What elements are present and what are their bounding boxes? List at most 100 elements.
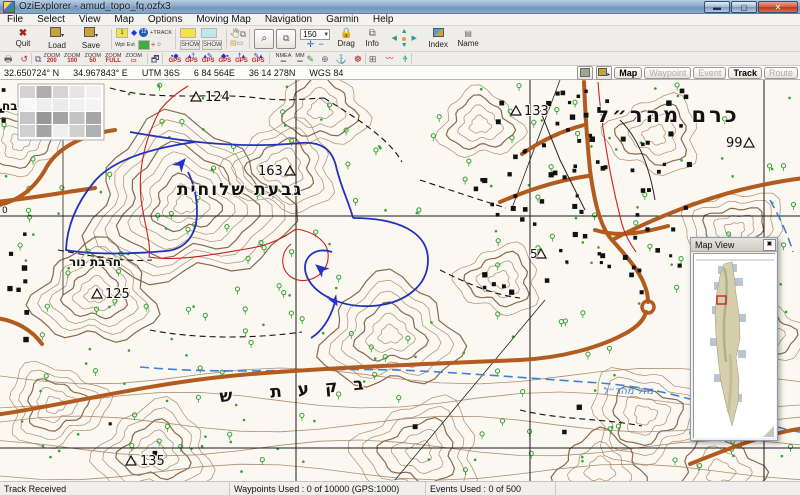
mode-event-button[interactable]: Event xyxy=(693,66,727,79)
mode-track-button[interactable]: Track xyxy=(728,66,762,79)
show-events-button[interactable]: SHOW xyxy=(202,39,223,50)
rotate-map-icon[interactable]: ↺ xyxy=(21,54,29,64)
track-pencil-icon[interactable]: ✎ xyxy=(307,54,315,64)
plotter-icon[interactable]: 🖶 xyxy=(4,54,13,64)
position-crosshair-icon[interactable]: ⊕ xyxy=(321,54,329,64)
label-kerem-maharal: כרם מהר״ל xyxy=(596,103,739,127)
window-overlap-icon: ⧉ xyxy=(282,33,290,43)
map-layers-icon[interactable]: 🗗 xyxy=(151,54,159,64)
evt-label[interactable]: Evt xyxy=(127,42,135,48)
name-button[interactable]: ▤ Name xyxy=(453,27,483,51)
zoom-window-button[interactable]: ⌕ xyxy=(254,28,275,49)
label-givat-shluhit: גבעת שלוחית xyxy=(177,180,303,200)
datum-value: WGS 84 xyxy=(309,67,344,78)
wpt-label[interactable]: Wpt xyxy=(115,42,125,48)
menu-garmin[interactable]: Garmin xyxy=(319,14,366,25)
menu-moving-map[interactable]: Moving Map xyxy=(189,14,257,25)
moving-map-button[interactable]: MM ▬ xyxy=(293,53,306,65)
map-view-body[interactable] xyxy=(693,253,776,438)
mode-waypoint-button[interactable]: Waypoint xyxy=(644,66,692,79)
map-view-title: Map View xyxy=(695,239,735,250)
info-window-icon: ⧉ xyxy=(368,28,376,39)
zoom-out-button[interactable]: − xyxy=(318,39,323,49)
menu-help[interactable]: Help xyxy=(366,14,401,25)
close-button[interactable]: ✕ xyxy=(758,0,798,13)
anchor-icon[interactable]: ⚓ xyxy=(336,54,347,64)
menu-view[interactable]: View xyxy=(72,14,108,25)
altitude-profile-icon[interactable]: 〰 xyxy=(385,54,393,64)
status-events: Events Used : 0 of 500 xyxy=(426,482,556,495)
pan-right-icon[interactable]: ▶ xyxy=(411,35,416,42)
map-view-panel-button[interactable]: ▣ xyxy=(763,238,776,251)
window-title: OziExplorer - amud_topo_fq.ozfx3 xyxy=(19,1,171,12)
menu-map[interactable]: Map xyxy=(107,14,140,25)
add-track-button[interactable]: +TRACK xyxy=(150,30,172,36)
index-button[interactable]: Index xyxy=(423,27,453,51)
nmea-button[interactable]: NMEA ▬ xyxy=(273,53,293,65)
small-circle-icon[interactable]: o xyxy=(157,42,160,48)
mode-map-button[interactable]: Map xyxy=(614,66,643,79)
save-position-button[interactable]: ▸ xyxy=(596,65,613,80)
hand-show-icon[interactable]: ▤ xyxy=(230,39,237,49)
show-waypoints-button[interactable]: SHOW xyxy=(180,39,201,50)
load-button[interactable]: ▾ Load xyxy=(40,27,74,51)
secondary-toolbar: 🖶 ↺ ⧉ ZOOM 200 ZOOM 100 ZOOM 50 ZOOM FUL… xyxy=(0,52,800,66)
gps-upload-waypoints-button[interactable]: ▪◆ GPS xyxy=(166,53,183,65)
utm-easting-value: 6 84 564E xyxy=(193,67,235,78)
pan-left-icon[interactable]: ◀ xyxy=(391,35,396,42)
event-symbol-icon[interactable]: 12 xyxy=(139,28,149,37)
spot-height-135: 135 xyxy=(140,454,165,469)
label-nahal-maharal: נחל מהר״ל xyxy=(603,386,654,397)
gps-upload-events-button[interactable]: ▴† GPS xyxy=(183,53,200,65)
info-button[interactable]: ⧉ Info xyxy=(359,27,385,51)
quit-button[interactable]: ✖ Quit xyxy=(6,27,40,51)
map-window-button[interactable]: ⧉ xyxy=(276,28,297,49)
utm-northing-value: 36 14 278N xyxy=(248,67,296,78)
zoom-custom-button[interactable]: ZOOM ▭ xyxy=(123,53,144,65)
pan-center-dot[interactable] xyxy=(402,36,407,41)
map-view-panel[interactable]: Map View ▣ xyxy=(690,237,778,441)
gps-download-events-button[interactable]: †▴ GPS xyxy=(233,53,250,65)
hand-drag-icon[interactable]: 🖑 xyxy=(230,29,240,39)
pan-control[interactable]: ▲ ◀ ▶ ▼ xyxy=(389,28,419,49)
antenna-icon[interactable]: 🕈 xyxy=(402,54,407,64)
drag-button[interactable]: 🔒 Drag xyxy=(333,27,359,51)
pan-up-icon[interactable]: ▲ xyxy=(401,28,408,35)
zoom-in-button[interactable]: ✛ xyxy=(307,39,315,49)
zoom-200-button[interactable]: ZOOM 200 xyxy=(41,53,62,65)
gps-upload-tracks-button[interactable]: ▴✎ GPS xyxy=(200,53,217,65)
map-view-titlebar[interactable]: Map View ▣ xyxy=(691,238,777,252)
pan-down-icon[interactable]: ▼ xyxy=(401,42,408,49)
map-thumbnail-button[interactable] xyxy=(577,65,594,80)
maximize-button[interactable]: ▢ xyxy=(731,0,757,13)
chevron-down-icon[interactable]: ▼ xyxy=(323,30,329,39)
resize-grip[interactable] xyxy=(763,426,774,437)
menu-file[interactable]: File xyxy=(0,14,30,25)
ships-wheel-icon[interactable]: ☸ xyxy=(354,54,362,64)
track-color-swatch[interactable] xyxy=(137,39,150,50)
save-button[interactable]: ▾ Save xyxy=(74,27,108,51)
windows-stack-icon[interactable]: ⧉ xyxy=(240,29,246,39)
title-bar[interactable]: OziExplorer - amud_topo_fq.ozfx3 ▬ ▢ ✕ xyxy=(0,0,800,14)
zoom-full-button[interactable]: ZOOM FULL xyxy=(103,53,124,65)
window-small-icon[interactable]: ▭ xyxy=(237,39,244,49)
contour-lines xyxy=(0,80,800,481)
zoom-level-combo[interactable]: 150 ▼ ✛ − xyxy=(300,28,331,49)
plus-track-point-icon[interactable]: + xyxy=(151,40,156,49)
hebrew-fragment: בח xyxy=(2,99,18,113)
latitude-value: 32.650724° N xyxy=(4,67,60,78)
map-canvas[interactable]: 124 163 133 99 125 135 5 140 0 בח גבעת ש… xyxy=(0,80,800,481)
zoom-100-button[interactable]: ZOOM 100 xyxy=(62,53,83,65)
menu-options[interactable]: Options xyxy=(141,14,189,25)
gps-download-waypoints-button[interactable]: ◆▪ GPS xyxy=(216,53,233,65)
waypoint-number-toggle[interactable]: 1 xyxy=(116,27,128,38)
menu-bar: File Select View Map Options Moving Map … xyxy=(0,14,800,26)
menu-navigation[interactable]: Navigation xyxy=(258,14,319,25)
mode-route-button[interactable]: Route xyxy=(763,66,798,79)
grid-config-icon[interactable]: ⊞ xyxy=(369,54,377,64)
zoom-50-button[interactable]: ZOOM 50 xyxy=(82,53,103,65)
gps-download-tracks-button[interactable]: ✎▴ GPS xyxy=(250,53,267,65)
menu-select[interactable]: Select xyxy=(30,14,72,25)
waypoint-symbol-icon[interactable]: ◆ xyxy=(131,28,137,37)
minimize-button[interactable]: ▬ xyxy=(704,0,730,13)
